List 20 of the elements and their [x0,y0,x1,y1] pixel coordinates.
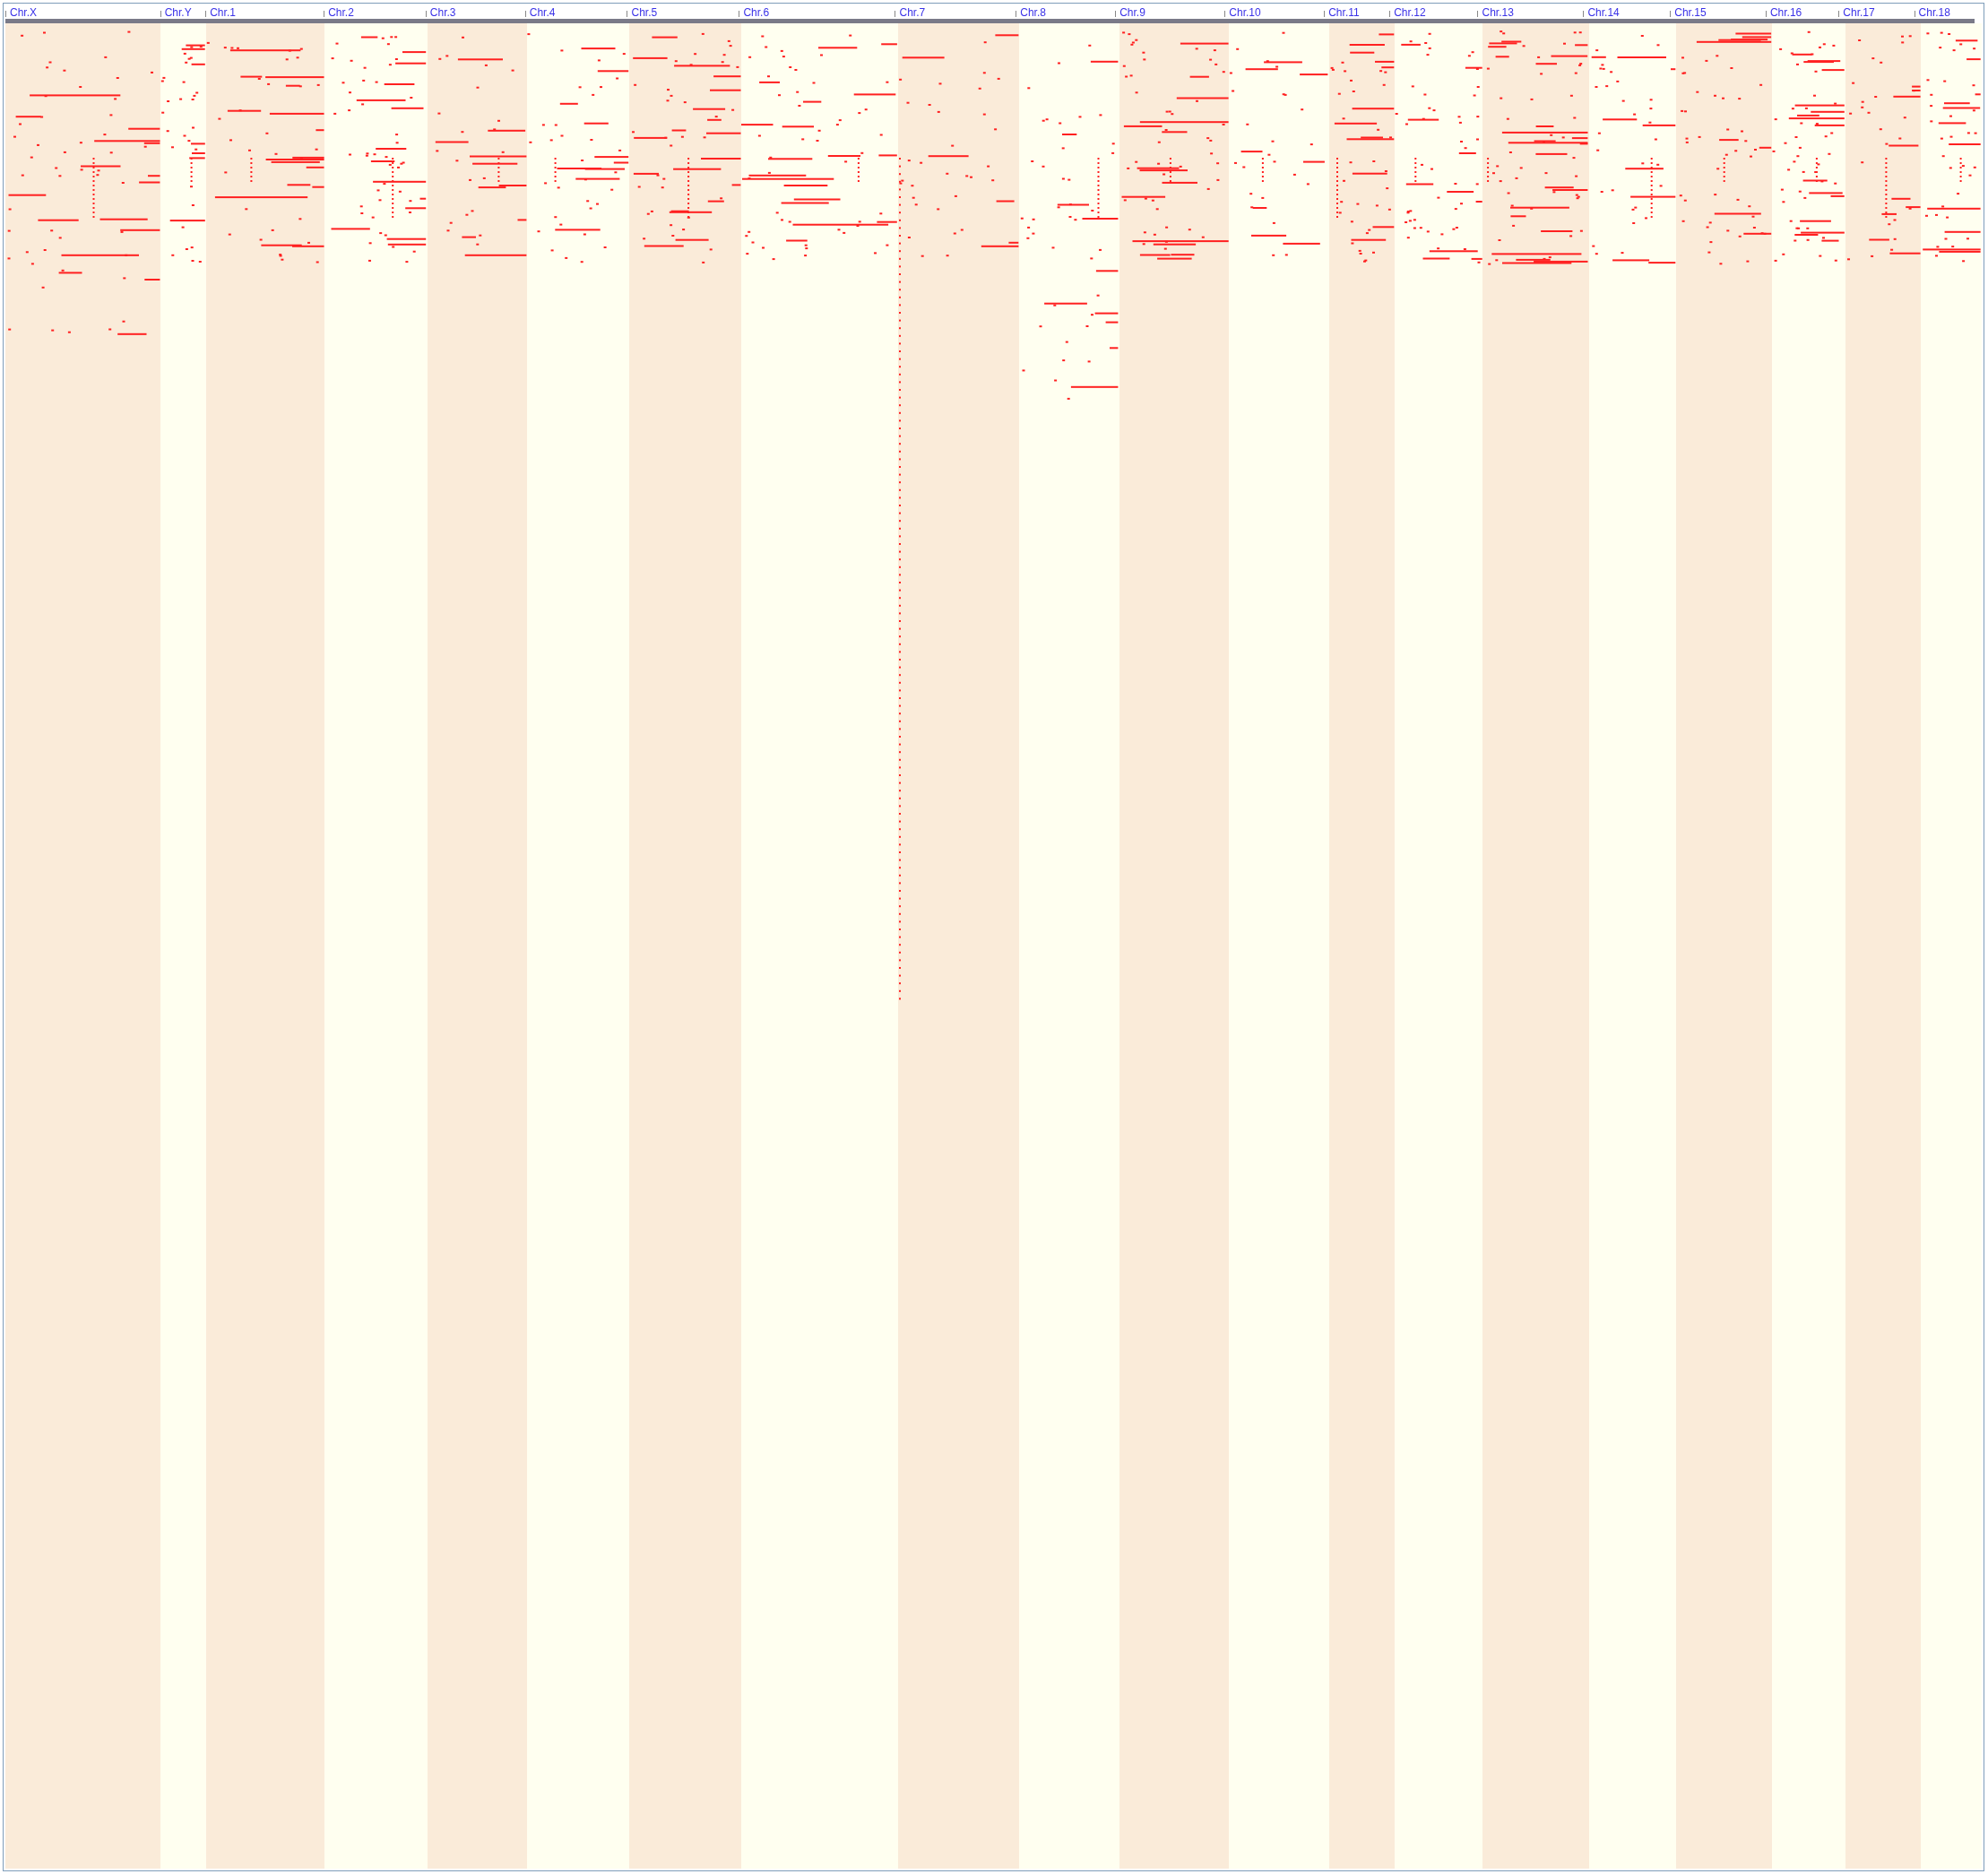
chromosome-label: Chr.17 [1842,6,1875,19]
chromosome-label: Chr.3 [428,6,456,19]
chromosome-label: Chr.6 [742,6,770,19]
chromosome-label: Chr.7 [898,6,926,19]
chromosome-label: Chr.12 [1393,6,1426,19]
chromosome-label: Chr.8 [1019,6,1046,19]
chromosome-label: Chr.18 [1917,6,1950,19]
chromosome-label: Chr.11 [1327,6,1360,19]
chromosome-label: Chr.Y [163,6,192,19]
chromosome-label: Chr.X [9,6,37,19]
chromosome-label: Chr.5 [630,6,658,19]
chromosome-label: Chr.4 [528,6,556,19]
chromosome-label: Chr.1 [209,6,236,19]
chromosome-label: Chr.2 [327,6,354,19]
chromosome-label: Chr.14 [1586,6,1620,19]
chromosome-label: Chr.13 [1481,6,1514,19]
chromosome-label: Chr.15 [1673,6,1707,19]
chromosome-label: Chr.16 [1768,6,1802,19]
chromosome-label: Chr.10 [1228,6,1261,19]
chromosome-label: Chr.9 [1119,6,1145,19]
